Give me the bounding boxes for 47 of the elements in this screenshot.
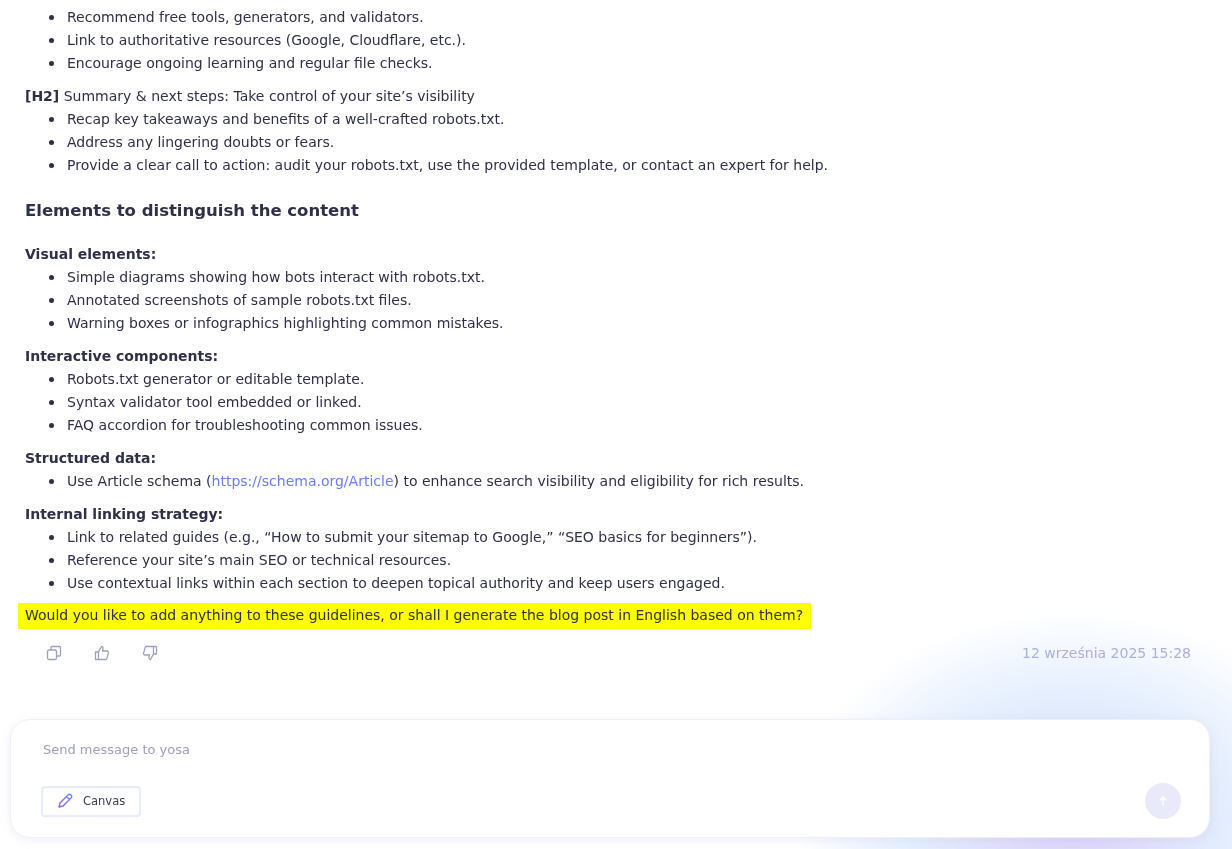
bullet-icon — [49, 15, 54, 20]
copy-icon[interactable] — [46, 645, 62, 661]
bullet-icon — [49, 298, 54, 303]
bullet-icon — [49, 581, 54, 586]
link[interactable]: https://schema.org/Article — [211, 473, 394, 489]
list-item-text: Recap key takeaways and benefits of a well-crafted robots.txt. — [67, 110, 505, 129]
section-label: Visual elements: — [25, 245, 158, 264]
list-item-text: Reference your site’s main SEO or technical resources. — [67, 551, 452, 570]
bullet-icon — [49, 163, 54, 168]
thumbs-up-icon[interactable] — [94, 645, 110, 661]
bullet-icon — [49, 535, 54, 540]
list-item-text: FAQ accordion for troubleshooting common issues. — [67, 416, 423, 435]
bullet-icon — [49, 400, 54, 405]
list-item-text: Address any lingering doubts or fears. — [67, 133, 335, 152]
pencil-icon — [57, 793, 73, 809]
list-item-text: Warning boxes or infographics highlighting common mistakes. — [67, 314, 504, 333]
bullet-icon — [49, 377, 54, 382]
list-item-text: Use Article schema (https://schema.org/Article) to enhance search visibility and eligibility for rich results. — [67, 472, 805, 491]
section-label: Interactive components: — [25, 347, 220, 366]
message-input[interactable]: Send message to yosa — [41, 740, 445, 759]
highlighted-question: Would you like to add anything to these guidelines, or shall I generate the blog post in English based on them? — [18, 603, 812, 629]
list-item-text: Link to authoritative resources (Google, Cloudflare, etc.). — [67, 31, 466, 50]
canvas-button[interactable]: Canvas — [41, 785, 142, 817]
bullet-icon — [49, 479, 54, 484]
section-label: Internal linking strategy: — [25, 505, 225, 524]
list-item-text: Annotated screenshots of sample robots.txt files. — [67, 291, 412, 310]
list-item-text: Encourage ongoing learning and regular file checks. — [67, 54, 433, 73]
list-item-text: Provide a clear call to action: audit your robots.txt, use the provided template, or contact an expert for help. — [67, 156, 829, 175]
section-label: [H2] Summary & next steps: Take control of your site’s visibility — [25, 87, 476, 106]
list-item-text: Recommend free tools, generators, and validators. — [67, 8, 424, 27]
list-item-text: Syntax validator tool embedded or linked. — [67, 393, 362, 412]
section-label: Structured data: — [25, 449, 158, 468]
list-item-text: Link to related guides (e.g., “How to submit your sitemap to Google,” “SEO basics for beginners”). — [67, 528, 757, 547]
bullet-icon — [49, 321, 54, 326]
bullet-icon — [49, 558, 54, 563]
list-item-text: Robots.txt generator or editable template. — [67, 370, 365, 389]
bullet-icon — [49, 117, 54, 122]
bullet-icon — [49, 61, 54, 66]
list-item-text: Use contextual links within each section to deepen topical authority and keep users engaged. — [67, 574, 725, 593]
section-heading: Elements to distinguish the content — [25, 200, 360, 222]
list-item-text: Simple diagrams showing how bots interact with robots.txt. — [67, 268, 485, 287]
bullet-icon — [49, 423, 54, 428]
timestamp: 12 września 2025 15:28 — [1022, 645, 1191, 661]
bullet-icon — [49, 140, 54, 145]
bullet-icon — [49, 38, 54, 43]
bullet-icon — [49, 275, 54, 280]
thumbs-down-icon[interactable] — [142, 645, 158, 661]
